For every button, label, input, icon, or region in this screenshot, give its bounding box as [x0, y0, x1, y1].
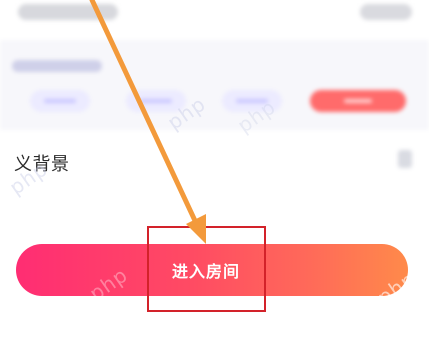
option-chip-selected[interactable]: [310, 90, 406, 112]
right-indicator: [398, 150, 412, 168]
annotation-highlight-box: [147, 226, 266, 312]
option-chip-1[interactable]: [30, 90, 90, 112]
top-left-placeholder: [18, 4, 118, 20]
options-section: [0, 40, 429, 130]
chip-placeholder: [44, 99, 76, 103]
top-bar: [0, 0, 429, 40]
chip-placeholder: [140, 99, 172, 103]
screenshot-stage: 义背景 进入房间 php php php php php: [0, 0, 429, 352]
options-label-placeholder: [12, 60, 102, 72]
chip-placeholder: [344, 99, 372, 103]
top-right-placeholder: [360, 4, 412, 20]
